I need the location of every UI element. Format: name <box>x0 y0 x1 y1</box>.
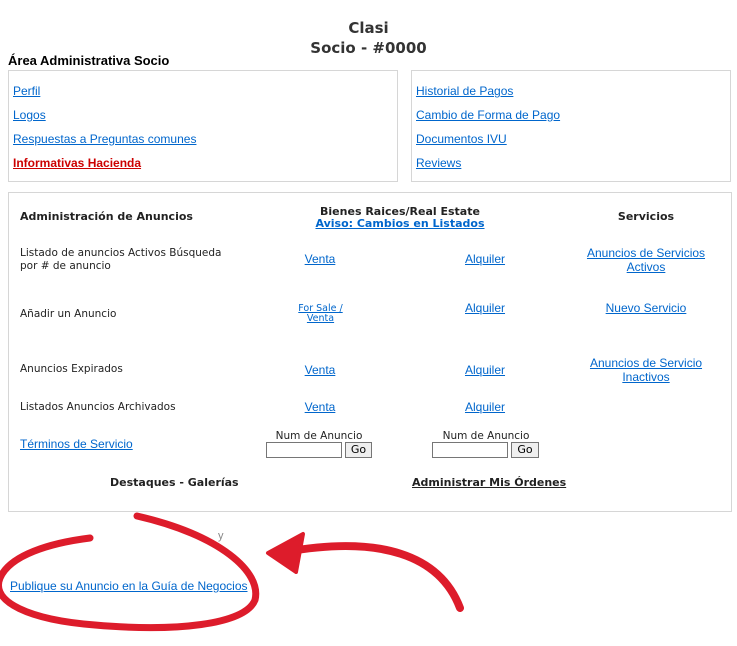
listings-admin-panel <box>8 192 732 512</box>
annotation-arrow-shaft <box>281 542 464 612</box>
admin-column-header: Administración de Anuncios <box>20 210 193 223</box>
services-column-header: Servicios <box>617 210 675 223</box>
inactive-services-link[interactable]: Anuncios de Servicio Inactivos <box>580 356 712 384</box>
add-rent-link[interactable]: Alquiler <box>445 301 525 315</box>
highlights-galleries-label: Destaques - Galerías <box>110 476 239 489</box>
listing-number-input-sale[interactable] <box>266 442 342 458</box>
listing-number-label-rent: Num de Anuncio <box>442 430 530 442</box>
logos-link[interactable]: Logos <box>13 108 46 122</box>
admin-area-title: Área Administrativa Socio <box>8 53 170 68</box>
add-listing-label: Añadir un Anuncio <box>20 308 117 320</box>
go-button-sale[interactable]: Go <box>345 442 372 458</box>
ivu-documents-link[interactable]: Documentos IVU <box>416 132 507 146</box>
new-service-link[interactable]: Nuevo Servicio <box>580 301 712 315</box>
add-sale-link[interactable]: For Sale / Venta <box>293 304 348 324</box>
active-rent-link[interactable]: Alquiler <box>445 252 525 266</box>
archived-sale-link[interactable]: Venta <box>280 400 360 414</box>
terms-of-service-link[interactable]: Términos de Servicio <box>20 437 133 451</box>
listing-number-input-rent[interactable] <box>432 442 508 458</box>
tax-info-link[interactable]: Informativas Hacienda <box>13 156 141 170</box>
archived-rent-link[interactable]: Alquiler <box>445 400 525 414</box>
go-button-rent[interactable]: Go <box>511 442 539 458</box>
expired-listings-label: Anuncios Expirados <box>20 363 123 375</box>
change-payment-method-link[interactable]: Cambio de Forma de Pago <box>416 108 560 122</box>
faq-answers-link[interactable]: Respuestas a Preguntas comunes <box>13 132 196 146</box>
active-services-link[interactable]: Anuncios de Servicios Activos <box>580 246 712 274</box>
reviews-link[interactable]: Reviews <box>416 156 461 170</box>
manage-orders-link[interactable]: Administrar Mis Órdenes <box>412 476 566 489</box>
profile-link[interactable]: Perfil <box>13 84 40 98</box>
expired-rent-link[interactable]: Alquiler <box>445 363 525 377</box>
active-listings-label: Listado de anuncios Activos Búsqueda por… <box>20 247 222 272</box>
account-links-left: Perfil Logos Respuestas a Preguntas comu… <box>8 70 398 182</box>
stray-text: y <box>218 530 224 542</box>
listing-number-label-sale: Num de Anuncio <box>275 430 363 442</box>
listing-changes-notice-link[interactable]: Aviso: Cambios en Listados <box>275 217 525 230</box>
annotation-arrow-head <box>266 532 305 574</box>
payment-history-link[interactable]: Historial de Pagos <box>416 84 513 98</box>
expired-sale-link[interactable]: Venta <box>280 363 360 377</box>
business-guide-listing-link[interactable]: Publique su Anuncio en la Guía de Negoci… <box>10 579 248 593</box>
archived-listings-label: Listados Anuncios Archivados <box>20 401 176 413</box>
active-sale-link[interactable]: Venta <box>280 252 360 266</box>
account-links-right: Historial de Pagos Cambio de Forma de Pa… <box>411 70 731 182</box>
site-title: Clasi <box>348 19 389 37</box>
